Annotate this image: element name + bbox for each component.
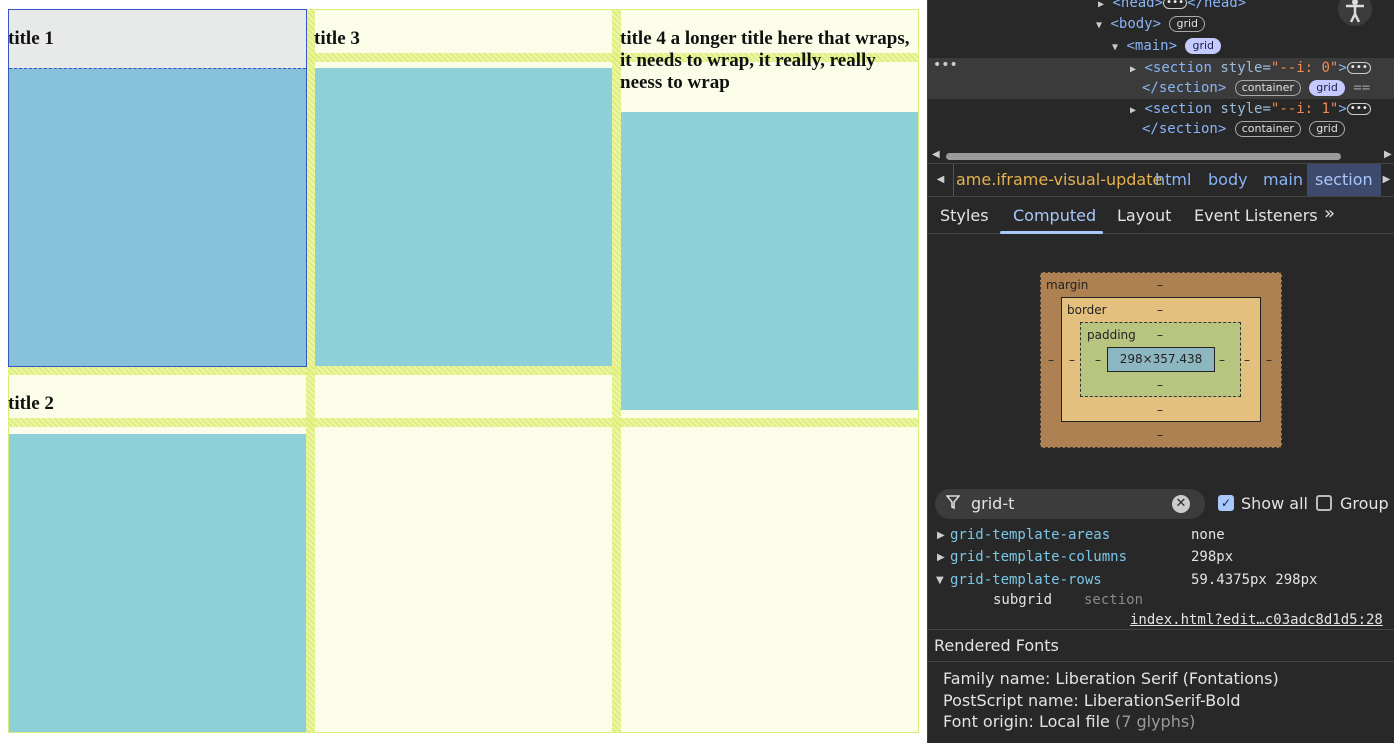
border-top-value[interactable]: – [1157,303,1163,317]
padding-label: padding [1087,328,1136,342]
scroll-left-icon[interactable]: ◀ [932,149,940,160]
section-1-media [9,68,306,366]
tab-layout[interactable]: Layout [1117,206,1171,225]
source-link[interactable]: index.html?edit…c03adc8d1d5:28 [1130,612,1383,628]
devtools-panel: ▶ <head> ••• </head> ▼ <body> grid ▼ <main… [927,0,1394,743]
border-bottom-value[interactable]: – [1157,403,1163,417]
breadcrumb-iframe[interactable]: ame.iframe-visual-update [956,170,1162,189]
margin-left-value[interactable]: – [1048,353,1054,367]
section-3-media [315,68,612,366]
border-right-value[interactable]: – [1244,353,1250,367]
rendered-fonts-header: Rendered Fonts [928,629,1394,662]
collapse-triangle-icon[interactable]: ▼ [1112,42,1118,53]
breadcrumb-body[interactable]: body [1208,170,1248,189]
grid-badge[interactable]: grid [1309,121,1345,137]
grid-gap-col-1 [306,9,315,733]
tab-computed[interactable]: Computed [1013,206,1096,225]
font-family-name: Family name: Liberation Serif (Fontation… [943,669,1279,688]
tree-main[interactable]: ▼ <main> grid [1112,38,1222,54]
tree-section-1-close[interactable]: </section> container grid == [1142,80,1370,96]
breadcrumb: ◀ ame.iframe-visual-update html body mai… [928,163,1394,197]
section-3-title: title 3 [314,28,360,49]
font-postscript-name: PostScript name: LiberationSerif-Bold [943,691,1241,710]
sub-property-value: subgrid [993,592,1053,608]
filter-icon [945,494,961,514]
grid-badge[interactable]: grid [1169,16,1206,32]
padding-top-value[interactable]: – [1157,328,1163,342]
margin-bottom-value[interactable]: – [1157,428,1163,442]
border-left-value[interactable]: – [1069,353,1075,367]
more-actions-icon[interactable]: ••• [933,57,958,73]
grid-gap-row-3 [8,418,919,427]
grid-gap-col-2 [612,9,621,733]
ellipsis-icon[interactable]: ••• [1346,62,1371,74]
clear-icon[interactable]: ✕ [1172,495,1190,513]
padding-bottom-value[interactable]: – [1157,378,1163,392]
property-value: 298px [1191,549,1234,565]
font-origin: Font origin: Local file (7 glyphs) [943,712,1196,731]
section-1-row-divider [9,68,306,69]
breadcrumb-html[interactable]: html [1155,170,1191,189]
section-2-title: title 2 [8,393,54,414]
container-badge[interactable]: container [1234,121,1301,137]
tree-horizontal-scrollbar[interactable]: ◀ ▶ [932,149,1392,162]
expand-triangle-icon[interactable]: ▶ [937,530,945,541]
grid-badge-active[interactable]: grid [1185,38,1222,54]
tree-body[interactable]: ▼ <body> grid [1096,16,1206,32]
tree-section-2-close[interactable]: </section> container grid [1142,121,1345,137]
computed-filter-input[interactable]: grid-t ✕ [935,489,1205,519]
tree-head[interactable]: ▶ <head> ••• </head> [1098,0,1246,11]
breadcrumb-scroll-left-icon[interactable]: ◀ [928,164,954,196]
tree-section-2[interactable]: ▶ <section style="--i: 1"> ••• [1130,101,1371,117]
scrollbar-thumb[interactable] [946,153,1341,160]
more-tabs-chevron-icon[interactable]: » [1324,203,1335,224]
show-all-label[interactable]: Show all [1241,494,1308,513]
accessibility-icon[interactable] [1338,0,1372,26]
tab-styles[interactable]: Styles [940,206,989,225]
margin-right-value[interactable]: – [1266,353,1272,367]
property-name: grid-template-areas [950,527,1111,543]
breadcrumb-section[interactable]: section [1307,164,1381,196]
property-name: grid-template-rows [950,572,1102,588]
section-4-media [621,112,918,410]
expand-triangle-icon[interactable]: ▶ [1130,105,1136,116]
grid-badge-active[interactable]: grid [1309,80,1345,96]
page-viewport: title 1 title 2 title 3 title 4 a longer… [0,0,927,743]
section-1-title: title 1 [8,28,54,49]
group-checkbox[interactable] [1316,495,1332,511]
box-model-content[interactable]: 298×357.438 [1107,347,1215,372]
scroll-right-icon[interactable]: ▶ [1384,149,1392,160]
expand-triangle-icon[interactable]: ▶ [1130,64,1136,75]
breadcrumb-main[interactable]: main [1263,170,1303,189]
tree-section-1[interactable]: ▶ <section style="--i: 0"> ••• [1130,60,1371,76]
sidebar-tabs: Styles Computed Layout Event Listeners » [928,198,1394,234]
container-badge[interactable]: container [1234,80,1301,96]
section-2-media [9,434,306,732]
ellipsis-icon[interactable]: ••• [1346,103,1371,115]
margin-label: margin [1046,278,1089,292]
expand-triangle-icon[interactable]: ▶ [1098,0,1104,10]
border-label: border [1067,303,1107,317]
active-tab-indicator [1000,231,1103,234]
padding-left-value[interactable]: – [1095,353,1101,367]
collapse-triangle-icon[interactable]: ▼ [936,575,944,586]
expand-triangle-icon[interactable]: ▶ [937,552,945,563]
show-all-checkbox[interactable]: ✓ [1218,495,1234,511]
margin-top-value[interactable]: – [1157,278,1163,292]
filter-text: grid-t [971,494,1015,513]
breadcrumb-scroll-right-icon[interactable]: ▶ [1378,164,1394,196]
tab-event-listeners[interactable]: Event Listeners [1194,206,1318,225]
glyph-count: (7 glyphs) [1114,712,1196,731]
ellipsis-icon[interactable]: ••• [1163,0,1188,9]
collapse-triangle-icon[interactable]: ▼ [1096,20,1102,31]
section-4-title: title 4 a longer title here that wraps, … [620,28,910,93]
property-name: grid-template-columns [950,549,1128,565]
padding-right-value[interactable]: – [1219,353,1225,367]
sub-property-selector: section [1084,592,1144,608]
group-label[interactable]: Group [1340,494,1389,513]
property-value: none [1191,527,1225,543]
property-value: 59.4375px 298px [1191,572,1318,588]
